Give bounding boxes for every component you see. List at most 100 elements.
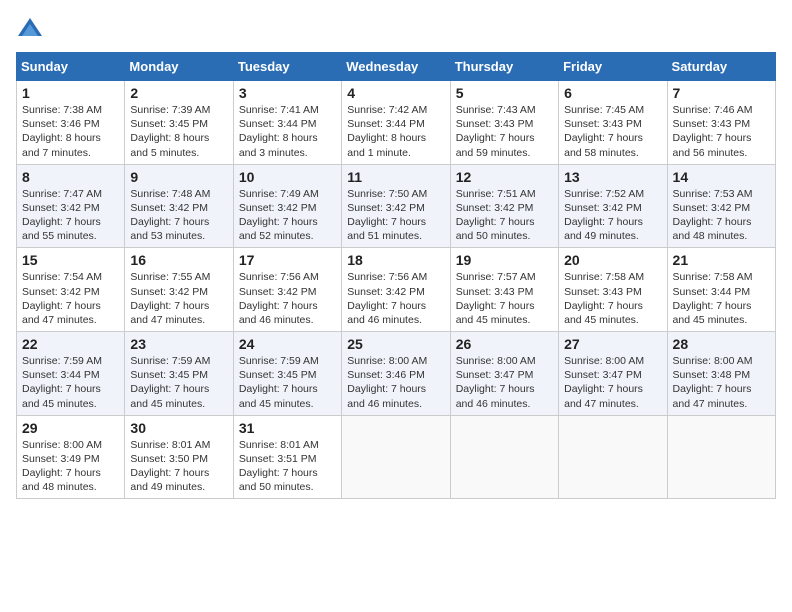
column-header-saturday: Saturday (667, 53, 775, 81)
day-info: Sunrise: 7:59 AM Sunset: 3:45 PM Dayligh… (239, 354, 336, 411)
day-number: 8 (22, 169, 119, 185)
column-header-wednesday: Wednesday (342, 53, 450, 81)
day-info: Sunrise: 7:46 AM Sunset: 3:43 PM Dayligh… (673, 103, 770, 160)
calendar-cell: 16 Sunrise: 7:55 AM Sunset: 3:42 PM Dayli… (125, 248, 233, 332)
calendar-week-row: 15 Sunrise: 7:54 AM Sunset: 3:42 PM Dayli… (17, 248, 776, 332)
day-info: Sunrise: 7:59 AM Sunset: 3:44 PM Dayligh… (22, 354, 119, 411)
calendar-cell: 7 Sunrise: 7:46 AM Sunset: 3:43 PM Daylig… (667, 81, 775, 165)
day-number: 12 (456, 169, 553, 185)
calendar-cell (667, 415, 775, 499)
day-info: Sunrise: 7:57 AM Sunset: 3:43 PM Dayligh… (456, 270, 553, 327)
day-info: Sunrise: 8:01 AM Sunset: 3:51 PM Dayligh… (239, 438, 336, 495)
day-info: Sunrise: 7:55 AM Sunset: 3:42 PM Dayligh… (130, 270, 227, 327)
day-number: 25 (347, 336, 444, 352)
calendar-cell: 12 Sunrise: 7:51 AM Sunset: 3:42 PM Dayli… (450, 164, 558, 248)
calendar-cell: 17 Sunrise: 7:56 AM Sunset: 3:42 PM Dayli… (233, 248, 341, 332)
day-number: 20 (564, 252, 661, 268)
day-number: 5 (456, 85, 553, 101)
day-number: 24 (239, 336, 336, 352)
day-number: 18 (347, 252, 444, 268)
column-header-thursday: Thursday (450, 53, 558, 81)
calendar-cell (342, 415, 450, 499)
day-info: Sunrise: 7:59 AM Sunset: 3:45 PM Dayligh… (130, 354, 227, 411)
calendar-cell: 14 Sunrise: 7:53 AM Sunset: 3:42 PM Dayli… (667, 164, 775, 248)
day-info: Sunrise: 7:47 AM Sunset: 3:42 PM Dayligh… (22, 187, 119, 244)
calendar-cell: 31 Sunrise: 8:01 AM Sunset: 3:51 PM Dayli… (233, 415, 341, 499)
logo-icon (16, 16, 44, 44)
day-info: Sunrise: 7:49 AM Sunset: 3:42 PM Dayligh… (239, 187, 336, 244)
day-info: Sunrise: 7:53 AM Sunset: 3:42 PM Dayligh… (673, 187, 770, 244)
day-info: Sunrise: 8:00 AM Sunset: 3:46 PM Dayligh… (347, 354, 444, 411)
day-info: Sunrise: 8:00 AM Sunset: 3:48 PM Dayligh… (673, 354, 770, 411)
day-info: Sunrise: 7:51 AM Sunset: 3:42 PM Dayligh… (456, 187, 553, 244)
day-number: 19 (456, 252, 553, 268)
calendar-cell: 13 Sunrise: 7:52 AM Sunset: 3:42 PM Dayli… (559, 164, 667, 248)
calendar-cell: 15 Sunrise: 7:54 AM Sunset: 3:42 PM Dayli… (17, 248, 125, 332)
calendar-cell: 19 Sunrise: 7:57 AM Sunset: 3:43 PM Dayli… (450, 248, 558, 332)
calendar-cell: 27 Sunrise: 8:00 AM Sunset: 3:47 PM Dayli… (559, 332, 667, 416)
day-info: Sunrise: 7:54 AM Sunset: 3:42 PM Dayligh… (22, 270, 119, 327)
calendar-cell: 29 Sunrise: 8:00 AM Sunset: 3:49 PM Dayli… (17, 415, 125, 499)
day-number: 23 (130, 336, 227, 352)
calendar-cell: 24 Sunrise: 7:59 AM Sunset: 3:45 PM Dayli… (233, 332, 341, 416)
day-info: Sunrise: 8:00 AM Sunset: 3:47 PM Dayligh… (564, 354, 661, 411)
calendar-cell: 26Sunrise: 8:00 AM Sunset: 3:47 PM Dayli… (450, 332, 558, 416)
calendar-cell: 25 Sunrise: 8:00 AM Sunset: 3:46 PM Dayli… (342, 332, 450, 416)
calendar-cell (559, 415, 667, 499)
day-number: 14 (673, 169, 770, 185)
calendar-cell: 1 Sunrise: 7:38 AM Sunset: 3:46 PM Daylig… (17, 81, 125, 165)
calendar-cell: 22 Sunrise: 7:59 AM Sunset: 3:44 PM Dayli… (17, 332, 125, 416)
calendar-cell: 9Sunrise: 7:48 AM Sunset: 3:42 PM Daylig… (125, 164, 233, 248)
calendar-cell: 20Sunrise: 7:58 AM Sunset: 3:43 PM Dayli… (559, 248, 667, 332)
calendar-cell: 5 Sunrise: 7:43 AM Sunset: 3:43 PM Daylig… (450, 81, 558, 165)
calendar-cell: 21Sunrise: 7:58 AM Sunset: 3:44 PM Dayli… (667, 248, 775, 332)
day-info: Sunrise: 7:45 AM Sunset: 3:43 PM Dayligh… (564, 103, 661, 160)
day-number: 27 (564, 336, 661, 352)
day-number: 22 (22, 336, 119, 352)
calendar-cell: 28Sunrise: 8:00 AM Sunset: 3:48 PM Dayli… (667, 332, 775, 416)
calendar-cell: 3 Sunrise: 7:41 AM Sunset: 3:44 PM Daylig… (233, 81, 341, 165)
day-number: 17 (239, 252, 336, 268)
day-number: 31 (239, 420, 336, 436)
calendar-cell: 2 Sunrise: 7:39 AM Sunset: 3:45 PM Daylig… (125, 81, 233, 165)
day-number: 30 (130, 420, 227, 436)
day-info: Sunrise: 7:38 AM Sunset: 3:46 PM Dayligh… (22, 103, 119, 160)
column-header-monday: Monday (125, 53, 233, 81)
calendar-week-row: 29 Sunrise: 8:00 AM Sunset: 3:49 PM Dayli… (17, 415, 776, 499)
calendar-week-row: 8 Sunrise: 7:47 AM Sunset: 3:42 PM Daylig… (17, 164, 776, 248)
calendar-cell: 10 Sunrise: 7:49 AM Sunset: 3:42 PM Dayli… (233, 164, 341, 248)
day-number: 13 (564, 169, 661, 185)
day-info: Sunrise: 7:56 AM Sunset: 3:42 PM Dayligh… (239, 270, 336, 327)
day-info: Sunrise: 7:48 AM Sunset: 3:42 PM Dayligh… (130, 187, 227, 244)
day-number: 7 (673, 85, 770, 101)
calendar-cell: 18 Sunrise: 7:56 AM Sunset: 3:42 PM Dayli… (342, 248, 450, 332)
day-info: Sunrise: 7:52 AM Sunset: 3:42 PM Dayligh… (564, 187, 661, 244)
day-number: 16 (130, 252, 227, 268)
day-number: 2 (130, 85, 227, 101)
calendar-cell (450, 415, 558, 499)
day-info: Sunrise: 7:42 AM Sunset: 3:44 PM Dayligh… (347, 103, 444, 160)
day-number: 3 (239, 85, 336, 101)
calendar-table: SundayMondayTuesdayWednesdayThursdayFrid… (16, 52, 776, 499)
column-header-friday: Friday (559, 53, 667, 81)
calendar-cell: 23 Sunrise: 7:59 AM Sunset: 3:45 PM Dayli… (125, 332, 233, 416)
day-number: 26 (456, 336, 553, 352)
calendar-header-row: SundayMondayTuesdayWednesdayThursdayFrid… (17, 53, 776, 81)
page-header (16, 16, 776, 44)
logo (16, 16, 48, 44)
day-info: Sunrise: 7:56 AM Sunset: 3:42 PM Dayligh… (347, 270, 444, 327)
day-number: 1 (22, 85, 119, 101)
day-info: Sunrise: 7:43 AM Sunset: 3:43 PM Dayligh… (456, 103, 553, 160)
day-number: 6 (564, 85, 661, 101)
day-info: Sunrise: 7:58 AM Sunset: 3:44 PM Dayligh… (673, 270, 770, 327)
day-number: 4 (347, 85, 444, 101)
day-info: Sunrise: 7:41 AM Sunset: 3:44 PM Dayligh… (239, 103, 336, 160)
day-number: 29 (22, 420, 119, 436)
day-number: 10 (239, 169, 336, 185)
day-info: Sunrise: 8:01 AM Sunset: 3:50 PM Dayligh… (130, 438, 227, 495)
day-info: Sunrise: 8:00 AM Sunset: 3:49 PM Dayligh… (22, 438, 119, 495)
day-info: Sunrise: 7:39 AM Sunset: 3:45 PM Dayligh… (130, 103, 227, 160)
column-header-sunday: Sunday (17, 53, 125, 81)
day-number: 15 (22, 252, 119, 268)
calendar-cell: 6 Sunrise: 7:45 AM Sunset: 3:43 PM Daylig… (559, 81, 667, 165)
